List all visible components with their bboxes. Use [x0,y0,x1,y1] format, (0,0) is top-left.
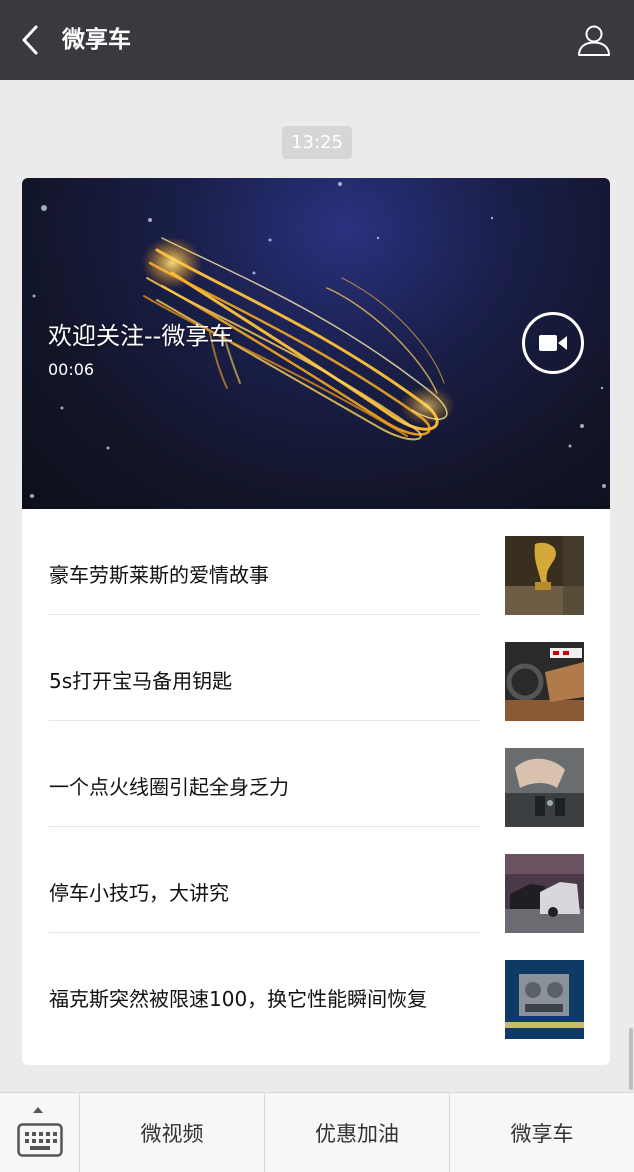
menu-item-discount-fuel[interactable]: 优惠加油 [265,1093,450,1172]
car-ornament-thumbnail [505,536,584,615]
article-title: 5s打开宝马备用钥匙 [49,669,233,693]
back-button[interactable] [12,20,48,60]
caret-up-icon [33,1107,43,1113]
message-timestamp: 13:25 [282,126,352,159]
video-play-button[interactable] [522,312,584,374]
article-card: 欢迎关注--微享车 00:06 豪车劳斯莱斯的爱情故事 5s打开宝马备用钥匙 一… [22,178,610,1065]
article-title: 福克斯突然被限速100，换它性能瞬间恢复 [49,987,428,1011]
keyboard-toggle-button[interactable] [0,1093,80,1172]
profile-button[interactable] [574,20,614,60]
article-title: 一个点火线圈引起全身乏力 [49,775,289,799]
article-item[interactable]: 停车小技巧，大讲究 [22,827,610,933]
article-title: 豪车劳斯莱斯的爱情故事 [49,563,269,587]
menu-item-micro-video[interactable]: 微视频 [80,1093,265,1172]
article-item[interactable]: 豪车劳斯莱斯的爱情故事 [22,509,610,615]
keyboard-icon [16,1123,63,1157]
parked-cars-thumbnail [505,854,584,933]
page-title: 微享车 [62,27,131,53]
article-item[interactable]: 福克斯突然被限速100，换它性能瞬间恢复 [22,933,610,1039]
car-interior-thumbnail [505,642,584,721]
chevron-left-icon [22,25,38,55]
bottom-menu-bar: 微视频 优惠加油 微享车 [0,1092,634,1172]
article-item[interactable]: 一个点火线圈引起全身乏力 [22,721,610,827]
scrollbar[interactable] [629,1028,633,1090]
article-item[interactable]: 5s打开宝马备用钥匙 [22,615,610,721]
person-icon [578,25,610,56]
video-camera-icon [539,335,567,351]
engine-part-thumbnail [505,960,584,1039]
video-cover[interactable]: 欢迎关注--微享车 00:06 [22,178,610,509]
top-navigation-bar: 微享车 [0,0,634,80]
engine-hand-thumbnail [505,748,584,827]
menu-item-weixiangche[interactable]: 微享车 [450,1093,634,1172]
video-duration: 00:06 [48,360,95,379]
article-title: 停车小技巧，大讲究 [49,881,229,905]
article-list: 豪车劳斯莱斯的爱情故事 5s打开宝马备用钥匙 一个点火线圈引起全身乏力 停车小技… [22,509,610,1039]
video-title: 欢迎关注--微享车 [48,322,234,350]
